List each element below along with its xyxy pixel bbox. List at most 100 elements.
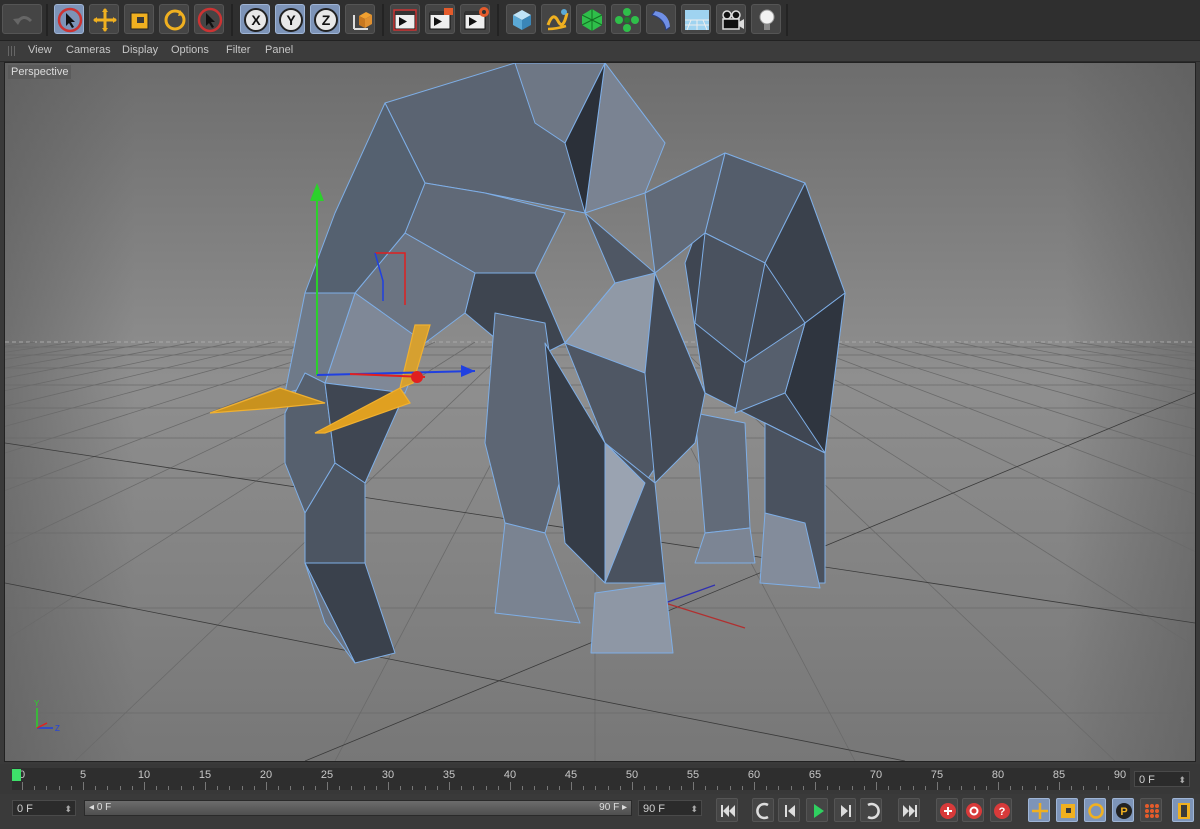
menu-filter[interactable]: Filter: [226, 44, 250, 56]
timeline-tick: [546, 786, 548, 790]
timeline-window-icon[interactable]: [1172, 798, 1194, 822]
timeline-tick: [668, 786, 670, 790]
goto-start-icon[interactable]: [716, 798, 738, 822]
light-icon[interactable]: [751, 4, 781, 34]
timeline-tick: [863, 786, 865, 790]
current-frame-field[interactable]: 0 F ⬍: [1134, 771, 1190, 787]
timeline-tick: [388, 782, 389, 790]
timeline-tick: [314, 786, 316, 790]
timeline-tick: [900, 786, 902, 790]
floor-scene-icon[interactable]: [681, 4, 711, 34]
timeline-tick: [839, 786, 841, 790]
timeline-bar: 0 5 10 15 20 25 30 35 40 45 50 55 60 65 70 75 80 85 90 0 F…: [0, 764, 1200, 794]
timeline-playhead[interactable]: [12, 769, 21, 781]
timeline-tick: [851, 786, 853, 790]
timeline-tick: [375, 786, 377, 790]
timeline-tick: [1059, 782, 1060, 790]
undo-icon[interactable]: [2, 4, 42, 34]
next-frame-icon[interactable]: [834, 798, 856, 822]
render-settings-icon[interactable]: [460, 4, 490, 34]
timeline-tick: [46, 786, 48, 790]
timeline-tick: [680, 786, 682, 790]
timeline-tick: [729, 786, 731, 790]
timeline-tick: [339, 786, 341, 790]
menu-options[interactable]: Options: [171, 44, 209, 56]
svg-text:Y: Y: [34, 699, 40, 708]
timeline-tick: [461, 786, 463, 790]
viewport-camera-label[interactable]: Perspective: [8, 65, 72, 79]
camera-icon[interactable]: [716, 4, 746, 34]
timeline-ruler[interactable]: 0 5 10 15 20 25 30 35 40 45 50 55 60 65 70 75 80 85 90: [12, 768, 1130, 790]
timeline-tick: [278, 786, 280, 790]
timeline-tick: [253, 786, 255, 790]
move-icon[interactable]: [89, 4, 119, 34]
timeline-tick: [985, 786, 987, 790]
key-point-level-icon[interactable]: [1140, 798, 1162, 822]
array-generator-icon[interactable]: [611, 4, 641, 34]
svg-text:Y: Y: [286, 12, 296, 28]
timeline-tick: [449, 782, 450, 790]
end-frame-field[interactable]: 90 F ⬍: [638, 800, 702, 816]
deformer-icon[interactable]: [646, 4, 676, 34]
scale-icon[interactable]: [124, 4, 154, 34]
timeline-tick-label: 50: [625, 769, 639, 781]
y-axis-lock-icon[interactable]: Y: [275, 4, 305, 34]
timeline-tick: [924, 786, 926, 790]
z-axis-lock-icon[interactable]: Z: [310, 4, 340, 34]
timeline-tick: [912, 786, 914, 790]
perspective-viewport[interactable]: Y Z Perspective: [4, 62, 1196, 762]
cube-primitive-icon[interactable]: [506, 4, 536, 34]
timeline-tick: [607, 786, 609, 790]
timeline-tick: [70, 786, 72, 790]
menu-view[interactable]: View: [28, 44, 52, 56]
spline-pen-icon[interactable]: [541, 4, 571, 34]
key-position-icon[interactable]: [1028, 798, 1050, 822]
autokey-icon[interactable]: [962, 798, 984, 822]
timeline-tick-label: 70: [869, 769, 883, 781]
render-picture-viewer-icon[interactable]: [425, 4, 455, 34]
viewport-scene[interactable]: Y Z: [5, 63, 1195, 761]
rotate-icon[interactable]: [159, 4, 189, 34]
timeline-tick-label: 10: [137, 769, 151, 781]
timeline-tick: [973, 786, 975, 790]
goto-end-icon[interactable]: [898, 798, 920, 822]
timeline-tick: [717, 786, 719, 790]
coordinate-system-icon[interactable]: [345, 4, 375, 34]
key-rotation-icon[interactable]: [1084, 798, 1106, 822]
play-forward-icon[interactable]: [806, 798, 828, 822]
timeline-tick: [192, 786, 194, 790]
timeline-tick: [400, 786, 402, 790]
keyframe-selection-icon[interactable]: ?: [990, 798, 1012, 822]
panel-grip-icon[interactable]: [8, 46, 16, 56]
key-parameter-icon[interactable]: P: [1112, 798, 1134, 822]
timeline-tick-label: 45: [564, 769, 578, 781]
last-tool-icon[interactable]: [194, 4, 224, 34]
timeline-tick: [485, 786, 487, 790]
svg-text:?: ?: [999, 806, 1006, 818]
timeline-tick: [619, 786, 621, 790]
timeline-tick: [522, 786, 524, 790]
record-keys-icon[interactable]: [936, 798, 958, 822]
render-view-icon[interactable]: [390, 4, 420, 34]
next-key-icon[interactable]: [860, 798, 882, 822]
start-frame-value: 0 F: [17, 803, 33, 815]
start-frame-field[interactable]: 0 F ⬍: [12, 800, 76, 816]
prev-frame-icon[interactable]: [778, 798, 800, 822]
menu-panel[interactable]: Panel: [265, 44, 293, 56]
timeline-tick: [644, 786, 646, 790]
menu-cameras[interactable]: Cameras: [66, 44, 111, 56]
prev-key-icon[interactable]: [752, 798, 774, 822]
timeline-tick: [1095, 786, 1097, 790]
timeline-tick: [412, 786, 414, 790]
frame-range-slider[interactable]: ◂ 0 F 90 F ▸: [84, 800, 632, 816]
x-axis-lock-icon[interactable]: X: [240, 4, 270, 34]
live-selection-icon[interactable]: [54, 4, 84, 34]
current-frame-value: 0 F: [1139, 774, 1155, 786]
viewport-menu-bar: View Cameras Display Options Filter Pane…: [0, 41, 1200, 99]
playback-controls: 0 F ⬍ ◂ 0 F 90 F ▸ 90 F ⬍ ? P: [0, 796, 1200, 829]
timeline-tick: [595, 786, 597, 790]
menu-display[interactable]: Display: [122, 44, 158, 56]
subdivision-surface-icon[interactable]: [576, 4, 606, 34]
key-scale-icon[interactable]: [1056, 798, 1078, 822]
timeline-tick: [705, 786, 707, 790]
